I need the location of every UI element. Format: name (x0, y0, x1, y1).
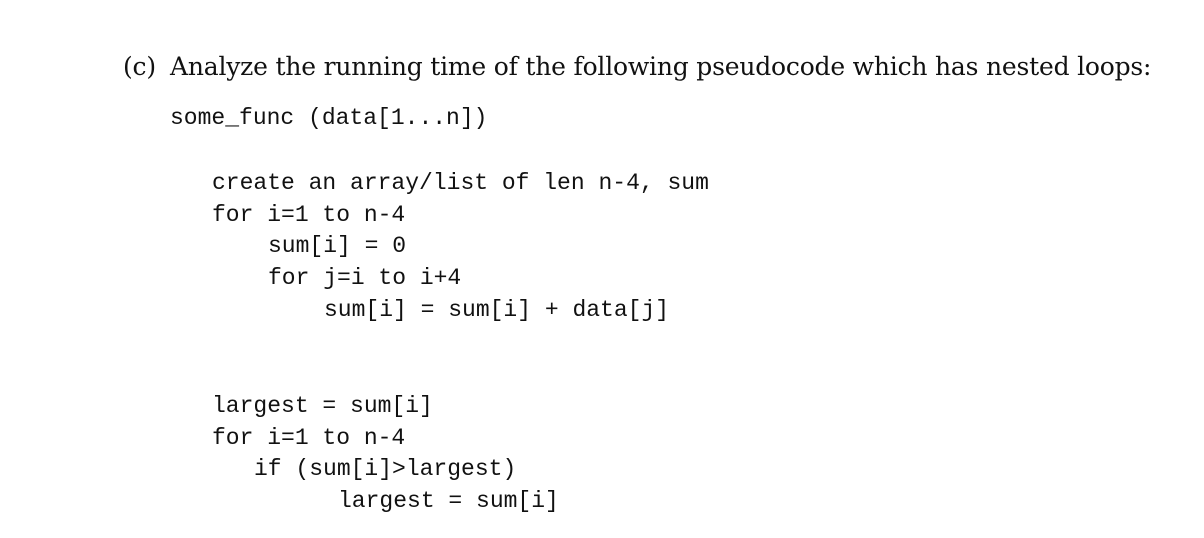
code-line: sum[i] = 0 (268, 233, 407, 259)
code-line: sum[i] = sum[i] + data[j] (324, 297, 670, 323)
code-line: largest = sum[i] (338, 488, 559, 514)
code-line: create an array/list of len n-4, sum (212, 170, 709, 196)
question-heading: (c) Analyze the running time of the follo… (123, 52, 1151, 81)
function-signature: some_func (data[1...n]) (170, 105, 488, 131)
code-line: largest = sum[i] (212, 393, 433, 419)
question-label: (c) (123, 52, 156, 81)
code-line: for j=i to i+4 (268, 265, 462, 291)
code-line: for i=1 to n-4 (212, 202, 406, 228)
code-line: for i=1 to n-4 (212, 425, 406, 451)
question-text: Analyze the running time of the followin… (170, 52, 1152, 81)
code-line: if (sum[i]>largest) (254, 456, 517, 482)
